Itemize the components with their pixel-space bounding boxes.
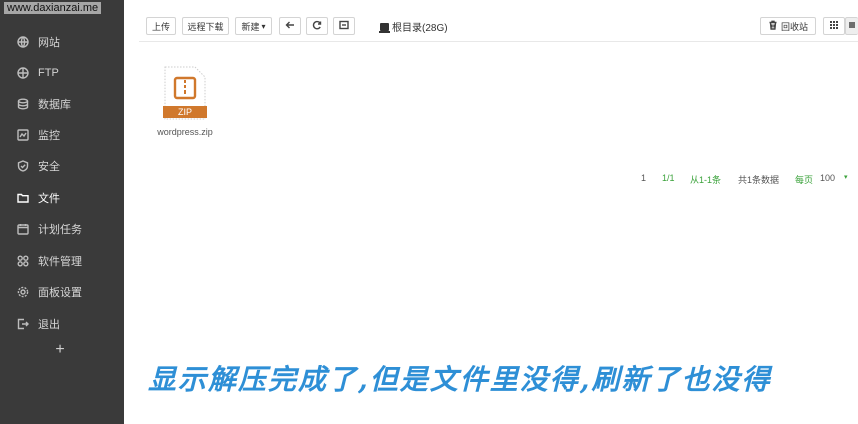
folder-icon (16, 191, 30, 205)
sidebar-item-website[interactable]: 网站 (0, 27, 124, 57)
pagination-bar: 1 1/1 从1-1条 共1条数据 每页 100 ▾ (124, 173, 858, 187)
toolbar-divider (139, 41, 858, 42)
refresh-button[interactable] (306, 17, 328, 35)
add-icon[interactable]: + (52, 342, 68, 358)
sidebar-item-label: 网站 (38, 37, 60, 49)
disk-icon (379, 22, 390, 33)
file-item-zip-icon[interactable]: ZIP (162, 66, 208, 120)
calendar-icon (16, 222, 30, 236)
new-dropdown-button[interactable]: 新建 ▾ (235, 17, 272, 35)
sidebar-item-cron[interactable]: 计划任务 (0, 214, 124, 244)
pager-current-page[interactable]: 1 (641, 173, 646, 183)
monitor-icon (16, 128, 30, 142)
terminal-button[interactable] (333, 17, 355, 35)
ftp-globe-icon (16, 66, 30, 80)
file-item-name[interactable]: wordpress.zip (152, 127, 218, 137)
watermark-text: www.daxianzai.me (4, 2, 102, 14)
sidebar-item-label: 监控 (38, 130, 60, 142)
back-button[interactable] (279, 17, 301, 35)
zip-badge-label: ZIP (177, 107, 192, 117)
database-icon (16, 97, 30, 111)
pager-per-page-select[interactable]: 100 (820, 173, 835, 183)
terminal-icon (339, 20, 349, 32)
grid-icon (16, 254, 30, 268)
upload-button[interactable]: 上传 (146, 17, 176, 35)
sidebar-item-files[interactable]: 文件 (0, 183, 124, 213)
chevron-down-icon[interactable]: ▾ (844, 173, 848, 181)
sidebar: www.daxianzai.me 网站 FTP 数据库 监控 安全 文件 计划任… (0, 0, 124, 424)
sidebar-item-panel-settings[interactable]: 面板设置 (0, 277, 124, 307)
pager-page-of: 1/1 (662, 173, 675, 183)
gear-icon (16, 285, 30, 299)
sidebar-item-label: 退出 (38, 319, 60, 331)
sidebar-item-label: 文件 (38, 193, 60, 205)
sidebar-item-label: 安全 (38, 161, 60, 173)
sidebar-item-database[interactable]: 数据库 (0, 89, 124, 119)
sidebar-item-label: 数据库 (38, 99, 71, 111)
root-path-label: 根目录(28G) (392, 23, 448, 34)
sidebar-item-monitor[interactable]: 监控 (0, 120, 124, 150)
root-path-indicator[interactable]: 根目录(28G) (379, 19, 448, 34)
list-view-icon (847, 20, 857, 32)
new-button-label: 新建 (241, 21, 260, 32)
pager-range: 从1-1条 (690, 175, 722, 185)
sidebar-item-logout[interactable]: 退出 (0, 309, 124, 339)
sidebar-item-label: 计划任务 (38, 224, 82, 236)
sidebar-item-label: 软件管理 (38, 256, 82, 268)
logout-icon (16, 317, 30, 331)
recycle-bin-label: 回收站 (780, 21, 808, 32)
recycle-bin-button[interactable]: 回收站 (760, 17, 816, 35)
pager-total: 共1条数据 (738, 175, 780, 185)
chevron-down-icon: ▾ (261, 21, 266, 31)
sidebar-item-software[interactable]: 软件管理 (0, 246, 124, 276)
grid-view-button[interactable] (823, 17, 845, 35)
grid-view-icon (829, 20, 839, 32)
video-caption: 显示解压完成了,但是文件里没得,刷新了也没得 (148, 363, 772, 396)
remote-download-button[interactable]: 远程下载 (182, 17, 229, 35)
globe-icon (16, 35, 30, 49)
sidebar-item-label: FTP (38, 67, 59, 79)
arrow-left-icon (285, 20, 295, 32)
list-view-button[interactable] (845, 17, 858, 35)
shield-icon (16, 159, 30, 173)
sidebar-item-ftp[interactable]: FTP (0, 58, 124, 88)
sidebar-item-security[interactable]: 安全 (0, 151, 124, 181)
refresh-icon (312, 20, 322, 32)
sidebar-item-label: 面板设置 (38, 287, 82, 299)
pager-per-page-label: 每页 (795, 175, 814, 185)
trash-icon (768, 20, 778, 32)
